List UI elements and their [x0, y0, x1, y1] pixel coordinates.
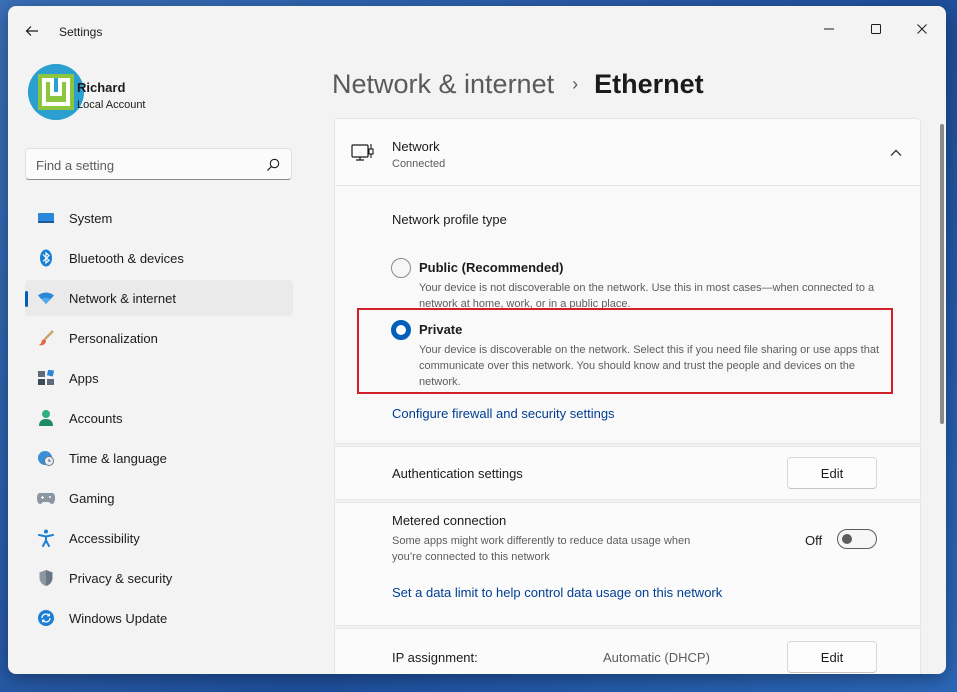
sidebar-item-bluetooth[interactable]: Bluetooth & devices	[25, 240, 293, 276]
network-card-header[interactable]: Network Connected	[334, 118, 921, 186]
bluetooth-icon	[37, 249, 55, 267]
private-option-title: Private	[419, 322, 463, 337]
minimize-button[interactable]	[814, 14, 844, 44]
ip-assignment-edit-button[interactable]: Edit	[787, 641, 877, 673]
sidebar-item-personalization[interactable]: Personalization	[25, 320, 293, 356]
ethernet-icon	[351, 144, 374, 161]
metered-toggle[interactable]	[837, 529, 877, 549]
shield-icon	[37, 569, 55, 587]
sidebar-item-apps[interactable]: Apps	[25, 360, 293, 396]
sidebar-item-label: Apps	[69, 371, 99, 386]
profile-type-label: Network profile type	[392, 212, 507, 227]
close-button[interactable]	[907, 14, 937, 44]
person-icon	[37, 409, 55, 427]
settings-window: Settings Richard Local Account Find a se…	[8, 6, 946, 674]
authentication-label: Authentication settings	[392, 466, 523, 481]
sidebar-item-label: Network & internet	[69, 291, 176, 306]
data-limit-link[interactable]: Set a data limit to help control data us…	[392, 585, 722, 600]
ip-assignment-label: IP assignment:	[392, 650, 478, 665]
private-radio-button[interactable]	[391, 320, 411, 340]
search-input[interactable]	[36, 155, 256, 175]
private-profile-option[interactable]: Private Your device is discoverable on t…	[391, 320, 901, 388]
main-content: Network Connected Network profile type P…	[334, 118, 922, 674]
sidebar-item-time-language[interactable]: Time & language	[25, 440, 293, 476]
ip-assignment-row: IP assignment: Automatic (DHCP) Edit	[334, 628, 921, 674]
back-arrow-icon	[25, 26, 38, 36]
search-icon[interactable]	[265, 157, 281, 173]
sidebar-item-windows-update[interactable]: Windows Update	[25, 600, 293, 636]
firewall-settings-link[interactable]: Configure firewall and security settings	[392, 406, 615, 421]
accessibility-icon	[37, 529, 55, 547]
metered-label: Metered connection	[392, 513, 507, 528]
wifi-icon	[37, 289, 55, 307]
title-bar: Settings	[8, 6, 946, 56]
sidebar-item-system[interactable]: System	[25, 200, 293, 236]
sidebar-item-gaming[interactable]: Gaming	[25, 480, 293, 516]
network-profile-panel: Network profile type Public (Recommended…	[334, 186, 921, 444]
update-icon	[37, 609, 55, 627]
gamepad-icon	[37, 489, 55, 507]
sidebar-item-label: Accessibility	[69, 531, 140, 546]
system-icon	[37, 209, 55, 227]
public-profile-option[interactable]: Public (Recommended) Your device is not …	[391, 258, 901, 310]
sidebar-item-network[interactable]: Network & internet	[25, 280, 293, 316]
toggle-knob	[842, 534, 852, 544]
minimize-icon	[824, 28, 834, 30]
public-option-title: Public (Recommended)	[419, 260, 564, 275]
metered-description: Some apps might work differently to redu…	[392, 535, 691, 563]
network-name: Network	[392, 139, 440, 154]
scrollbar[interactable]	[940, 124, 944, 424]
app-title: Settings	[59, 25, 103, 39]
chevron-up-icon[interactable]	[888, 145, 904, 161]
sidebar-item-label: Accounts	[69, 411, 123, 426]
breadcrumb: Network & internet › Ethernet	[332, 64, 704, 104]
user-profile[interactable]	[28, 64, 298, 128]
ip-assignment-value: Automatic (DHCP)	[603, 650, 710, 665]
metered-toggle-state: Off	[805, 533, 823, 548]
avatar-logo-icon	[28, 64, 84, 120]
sidebar-nav: System Bluetooth & devices Network & int…	[25, 200, 293, 640]
authentication-settings-row: Authentication settings Edit	[334, 446, 921, 500]
network-status: Connected	[392, 158, 446, 170]
sidebar-item-label: Privacy & security	[69, 571, 173, 586]
sidebar-item-label: Personalization	[69, 331, 158, 346]
back-button[interactable]	[20, 19, 44, 43]
private-option-description: Your device is discoverable on the netwo…	[419, 344, 880, 388]
avatar	[28, 64, 84, 120]
authentication-edit-button[interactable]: Edit	[787, 457, 877, 489]
sidebar-item-accounts[interactable]: Accounts	[25, 400, 293, 436]
brush-icon	[37, 329, 55, 347]
sidebar-item-label: System	[69, 211, 113, 226]
breadcrumb-parent-link[interactable]: Network & internet	[332, 69, 554, 100]
sidebar-item-label: Windows Update	[69, 611, 168, 626]
public-radio-button[interactable]	[391, 258, 411, 278]
user-name: Richard	[77, 80, 126, 95]
sidebar-item-label: Gaming	[69, 491, 115, 506]
maximize-button[interactable]	[861, 14, 891, 44]
sidebar-item-label: Time & language	[69, 451, 167, 466]
close-icon	[917, 24, 927, 34]
sidebar-item-accessibility[interactable]: Accessibility	[25, 520, 293, 556]
page-title: Ethernet	[594, 68, 704, 99]
metered-connection-row: Metered connection Some apps might work …	[334, 502, 921, 626]
search-box[interactable]	[25, 148, 292, 180]
account-type: Local Account	[77, 99, 146, 111]
globe-clock-icon	[37, 449, 55, 467]
sidebar-item-privacy-security[interactable]: Privacy & security	[25, 560, 293, 596]
sidebar-item-label: Bluetooth & devices	[69, 251, 184, 266]
maximize-icon	[871, 24, 881, 34]
apps-icon	[37, 369, 55, 387]
breadcrumb-separator-icon: ›	[572, 73, 579, 94]
